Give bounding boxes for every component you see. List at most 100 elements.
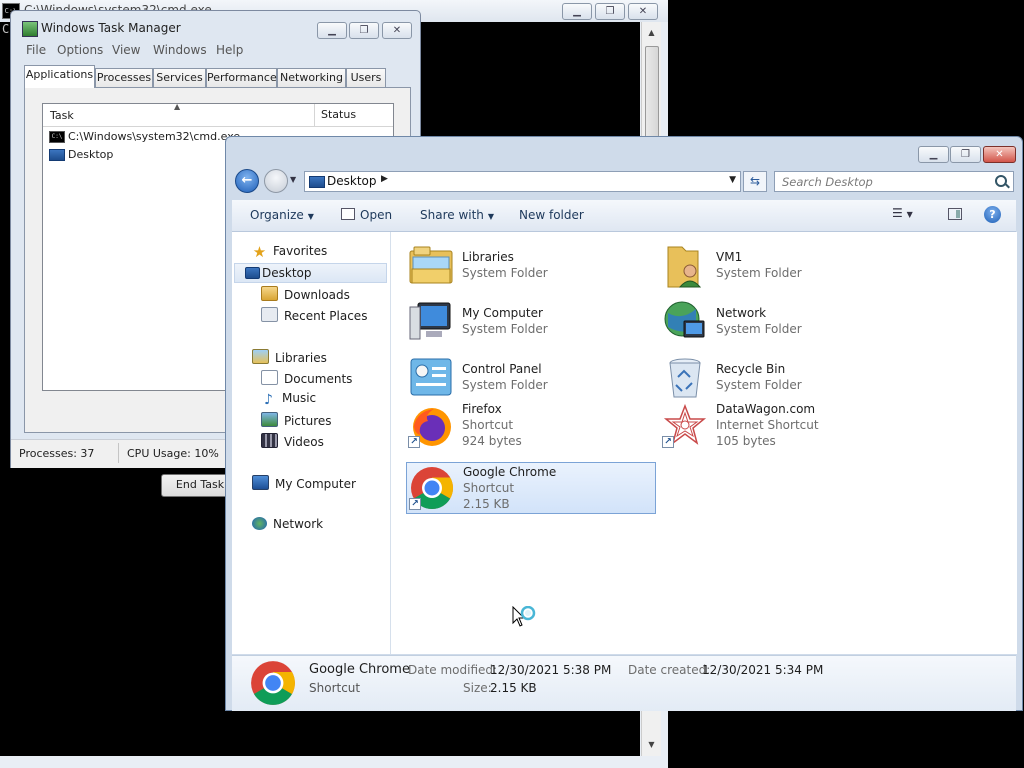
- task-name: C:\Windows\system32\cmd.exe: [68, 130, 241, 143]
- nav-videos[interactable]: Videos: [261, 433, 324, 449]
- menu-options[interactable]: Options: [57, 43, 103, 57]
- music-icon: ♪: [264, 392, 273, 408]
- minimize-button[interactable]: ▁: [918, 146, 949, 163]
- nav-network[interactable]: Network: [252, 517, 323, 531]
- menu-windows[interactable]: Windows: [153, 43, 207, 57]
- menu-file[interactable]: File: [26, 43, 46, 57]
- shortcut-arrow-icon: ↗: [409, 498, 421, 510]
- nav-documents[interactable]: Documents: [261, 370, 352, 386]
- item-size: 105 bytes: [716, 434, 776, 448]
- list-item[interactable]: Control Panel System Folder: [405, 352, 655, 404]
- nav-libraries[interactable]: Libraries: [252, 349, 327, 365]
- desktop-icon: [49, 149, 65, 161]
- close-button[interactable]: ✕: [983, 146, 1016, 163]
- new-folder-button[interactable]: New folder: [519, 208, 584, 222]
- tab-processes[interactable]: Processes: [95, 68, 153, 87]
- item-name: Control Panel: [462, 362, 542, 376]
- menu-view[interactable]: View: [112, 43, 140, 57]
- nav-label: Pictures: [284, 414, 332, 428]
- open-button[interactable]: Open: [341, 208, 392, 222]
- shortcut-arrow-icon: ↗: [662, 436, 674, 448]
- size-label: Size:: [463, 681, 492, 695]
- refresh-button[interactable]: ⇆: [743, 171, 767, 192]
- recent-places-icon: [261, 307, 278, 322]
- item-name: Libraries: [462, 250, 514, 264]
- nav-recent-places[interactable]: Recent Places: [261, 307, 367, 323]
- nav-label: Music: [282, 391, 317, 405]
- item-name: My Computer: [462, 306, 543, 320]
- nav-label: Videos: [284, 435, 324, 449]
- address-path[interactable]: Desktop: [327, 174, 377, 188]
- help-icon[interactable]: ?: [984, 206, 1001, 223]
- item-name: Network: [716, 306, 767, 320]
- list-item[interactable]: ↗ DataWagon.com Internet Shortcut 105 by…: [659, 400, 909, 452]
- close-button[interactable]: ✕: [382, 22, 412, 39]
- network-icon: [252, 517, 267, 530]
- list-item[interactable]: ↗ Firefox Shortcut 924 bytes: [405, 400, 655, 452]
- navigation-pane[interactable]: ★ Favorites Desktop Downloads Recent Plac…: [232, 232, 391, 654]
- search-icon[interactable]: [995, 175, 1007, 187]
- item-name: VM1: [716, 250, 743, 264]
- recent-pages-dropdown-icon[interactable]: ▼: [290, 175, 296, 184]
- item-name: DataWagon.com: [716, 402, 816, 416]
- tab-services[interactable]: Services: [153, 68, 206, 87]
- item-type: System Folder: [462, 322, 548, 336]
- nav-label: Desktop: [262, 266, 312, 280]
- list-item[interactable]: Recycle Bin System Folder: [659, 352, 909, 404]
- preview-pane-button[interactable]: [948, 208, 962, 220]
- scroll-up-icon[interactable]: ▲: [642, 24, 661, 42]
- address-dropdown-icon[interactable]: ▼: [729, 175, 736, 185]
- list-item[interactable]: My Computer System Folder: [405, 296, 655, 348]
- nav-favorites[interactable]: ★ Favorites: [252, 244, 328, 260]
- downloads-folder-icon: [261, 286, 278, 301]
- table-row[interactable]: C:\ C:\Windows\system32\cmd.exe: [49, 130, 240, 146]
- maximize-button[interactable]: ❐: [349, 22, 379, 39]
- list-item[interactable]: VM1 System Folder: [659, 240, 909, 292]
- tab-applications[interactable]: Applications: [24, 65, 95, 88]
- pictures-icon: [261, 412, 278, 427]
- libraries-icon: [409, 246, 453, 284]
- nav-label: Favorites: [273, 244, 328, 258]
- menu-help[interactable]: Help: [216, 43, 243, 57]
- search-input[interactable]: Search Desktop: [774, 171, 1014, 192]
- window-title: Windows Task Manager: [41, 21, 181, 35]
- network-icon: [664, 301, 705, 338]
- nav-my-computer[interactable]: My Computer: [252, 475, 356, 491]
- list-item-selected[interactable]: ↗ Google Chrome Shortcut 2.15 KB: [406, 462, 656, 514]
- chevron-right-icon[interactable]: ▶: [381, 174, 388, 184]
- tab-networking[interactable]: Networking: [277, 68, 346, 87]
- close-button[interactable]: ✕: [628, 3, 658, 20]
- column-status[interactable]: Status: [314, 104, 381, 126]
- maximize-button[interactable]: ❐: [950, 146, 981, 163]
- list-item[interactable]: Network System Folder: [659, 296, 909, 348]
- back-button[interactable]: ←: [235, 169, 259, 193]
- computer-icon: [252, 475, 269, 490]
- file-list[interactable]: Libraries System Folder VM1 System Folde…: [391, 232, 1017, 654]
- minimize-button[interactable]: ▁: [317, 22, 347, 39]
- nav-pictures[interactable]: Pictures: [261, 412, 332, 428]
- organize-button[interactable]: Organize ▼: [250, 208, 314, 222]
- minimize-button[interactable]: ▁: [562, 3, 592, 20]
- column-task[interactable]: Task: [50, 109, 74, 122]
- tab-users[interactable]: Users: [346, 68, 386, 87]
- forward-button[interactable]: [264, 169, 288, 193]
- change-view-button[interactable]: ☰ ▼: [892, 206, 913, 220]
- scroll-down-icon[interactable]: ▼: [642, 736, 661, 754]
- address-bar[interactable]: Desktop ▶ ▼: [304, 171, 741, 192]
- date-created-label: Date created:: [628, 663, 711, 677]
- status-divider: [118, 443, 119, 463]
- table-row[interactable]: Desktop: [49, 148, 113, 164]
- nav-downloads[interactable]: Downloads: [261, 286, 350, 302]
- maximize-button[interactable]: ❐: [595, 3, 625, 20]
- list-item[interactable]: Libraries System Folder: [405, 240, 655, 292]
- nav-label: Network: [273, 517, 324, 531]
- item-type: Internet Shortcut: [716, 418, 819, 432]
- item-type: System Folder: [716, 266, 802, 280]
- share-with-button[interactable]: Share with ▼: [420, 208, 494, 222]
- nav-desktop[interactable]: Desktop: [234, 263, 387, 283]
- nav-music[interactable]: ♪ Music: [261, 391, 316, 407]
- explorer-window: ▁ ❐ ✕ ← ▼ Desktop ▶ ▼ ⇆ Search Desktop O…: [225, 136, 1023, 711]
- task-name: Desktop: [68, 148, 114, 161]
- tab-performance[interactable]: Performance: [206, 68, 277, 87]
- chevron-down-icon: ▼: [487, 212, 495, 221]
